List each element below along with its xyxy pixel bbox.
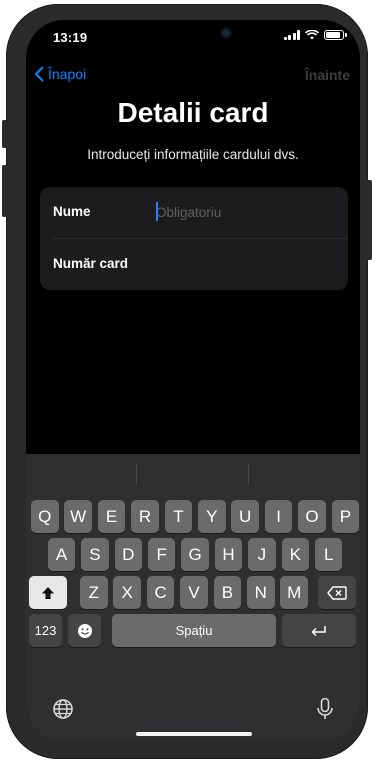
page-subtitle: Introduceți informațiile cardului dvs.: [87, 147, 299, 162]
navigation-bar: Înapoi Înainte: [26, 66, 360, 90]
cellular-signal-icon: [283, 30, 300, 40]
side-button-left-2: [2, 165, 7, 217]
on-screen-keyboard: Q W E R T Y U I O P A S D F G H J K L Z X C V B N M 123 Spațiu: [26, 454, 360, 742]
numbers-key[interactable]: 123: [29, 614, 62, 647]
chevron-left-icon: [35, 66, 44, 82]
key-x[interactable]: X: [113, 576, 141, 609]
globe-icon[interactable]: [50, 696, 76, 722]
backspace-icon: [327, 585, 347, 600]
card-number-input[interactable]: [156, 253, 336, 275]
shift-key[interactable]: [29, 576, 67, 609]
card-details-form: Nume Număr card: [40, 187, 348, 290]
side-button-left: [2, 120, 7, 148]
key-u[interactable]: U: [231, 500, 259, 533]
status-icons: [283, 30, 347, 40]
page-title: Detalii card: [117, 97, 269, 128]
keyboard-suggestion-bar: [26, 454, 360, 492]
suggestion-divider: [136, 464, 137, 484]
key-o[interactable]: O: [298, 500, 326, 533]
key-m[interactable]: M: [280, 576, 308, 609]
key-z[interactable]: Z: [80, 576, 108, 609]
suggestion-divider: [248, 464, 249, 484]
name-label: Nume: [53, 204, 91, 219]
key-f[interactable]: F: [147, 538, 176, 571]
key-b[interactable]: B: [213, 576, 242, 609]
space-key[interactable]: Spațiu: [112, 614, 276, 647]
key-j[interactable]: J: [248, 538, 276, 571]
shift-arrow-icon: [42, 586, 54, 599]
name-row[interactable]: Nume: [40, 187, 348, 239]
return-key[interactable]: [282, 614, 356, 647]
notch: [110, 20, 276, 50]
key-l[interactable]: L: [314, 538, 343, 571]
key-s[interactable]: S: [81, 538, 109, 571]
key-n[interactable]: N: [247, 576, 275, 609]
side-button-right: [367, 180, 372, 260]
key-i[interactable]: I: [264, 500, 293, 533]
key-e[interactable]: E: [97, 500, 126, 533]
key-r[interactable]: R: [131, 500, 159, 533]
emoji-key[interactable]: [68, 614, 101, 647]
status-time: 13:19: [53, 30, 88, 45]
wifi-icon: [305, 30, 319, 40]
card-number-row[interactable]: Număr card: [40, 239, 348, 290]
key-g[interactable]: G: [181, 538, 209, 571]
key-c[interactable]: C: [146, 576, 175, 609]
key-h[interactable]: H: [214, 538, 243, 571]
key-a[interactable]: A: [47, 538, 76, 571]
microphone-icon[interactable]: [312, 696, 338, 722]
key-y[interactable]: Y: [198, 500, 226, 533]
key-p[interactable]: P: [331, 500, 360, 533]
text-cursor: [156, 202, 158, 221]
key-w[interactable]: W: [64, 500, 92, 533]
card-number-label: Număr card: [53, 256, 129, 271]
back-button-label: Înapoi: [48, 66, 87, 82]
key-t[interactable]: T: [164, 500, 193, 533]
key-k[interactable]: K: [281, 538, 310, 571]
key-q[interactable]: Q: [31, 500, 59, 533]
battery-icon: [324, 30, 347, 40]
emoji-icon: [77, 623, 92, 638]
forward-button[interactable]: Înainte: [305, 67, 350, 83]
delete-key[interactable]: [318, 576, 356, 609]
key-d[interactable]: D: [114, 538, 143, 571]
phone-screen: 13:19 Înapoi Înainte Detalii card Introd…: [26, 20, 360, 742]
front-camera-icon: [222, 29, 230, 37]
return-icon: [311, 625, 326, 636]
key-v[interactable]: V: [180, 576, 208, 609]
name-input[interactable]: [156, 201, 336, 223]
back-button[interactable]: Înapoi: [34, 66, 86, 82]
home-indicator: [136, 732, 252, 736]
